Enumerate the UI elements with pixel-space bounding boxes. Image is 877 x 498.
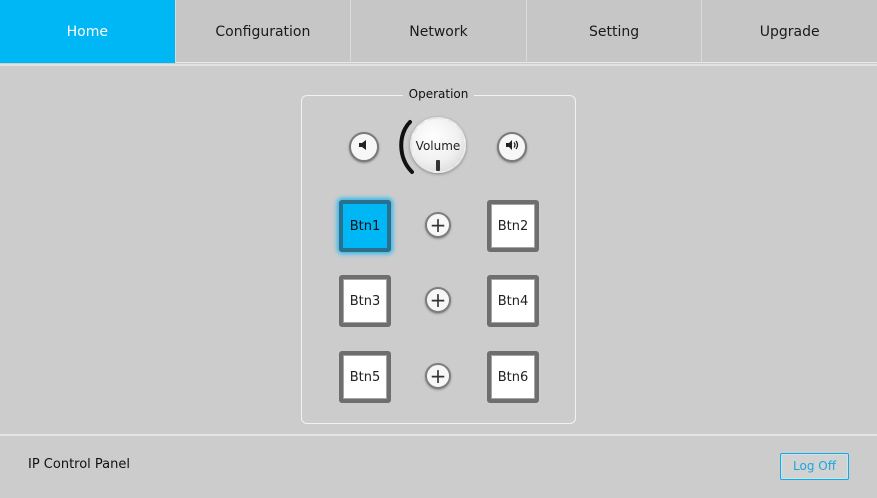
volume-up-button[interactable] <box>497 132 527 162</box>
volume-label: Volume <box>415 139 461 153</box>
speaker-high-icon <box>504 137 520 157</box>
tab-home[interactable]: Home <box>0 0 176 63</box>
btn2-button[interactable]: Btn2 <box>487 200 539 252</box>
btn1-button[interactable]: Btn1 <box>339 200 391 252</box>
speaker-low-icon <box>356 137 372 157</box>
btn4-button[interactable]: Btn4 <box>487 275 539 327</box>
bottom-divider <box>0 434 877 436</box>
volume-down-button[interactable] <box>349 132 379 162</box>
footer-title: IP Control Panel <box>28 457 131 472</box>
logoff-button[interactable]: Log Off <box>780 453 849 480</box>
operation-panel-title: Operation <box>403 86 474 102</box>
btn3-button[interactable]: Btn3 <box>339 275 391 327</box>
tab-configuration[interactable]: Configuration <box>176 0 352 63</box>
tab-upgrade[interactable]: Upgrade <box>702 0 877 63</box>
volume-knob[interactable]: Volume <box>396 114 472 178</box>
btn5-button[interactable]: Btn5 <box>339 351 391 403</box>
plus-icon[interactable]: + <box>425 212 451 238</box>
top-divider <box>0 64 877 66</box>
btn6-button[interactable]: Btn6 <box>487 351 539 403</box>
top-nav: Home Configuration Network Setting Upgra… <box>0 0 877 63</box>
tab-network[interactable]: Network <box>351 0 527 63</box>
plus-icon[interactable]: + <box>425 363 451 389</box>
plus-icon[interactable]: + <box>425 287 451 313</box>
tab-setting[interactable]: Setting <box>527 0 703 63</box>
volume-knob-indicator <box>436 160 440 171</box>
